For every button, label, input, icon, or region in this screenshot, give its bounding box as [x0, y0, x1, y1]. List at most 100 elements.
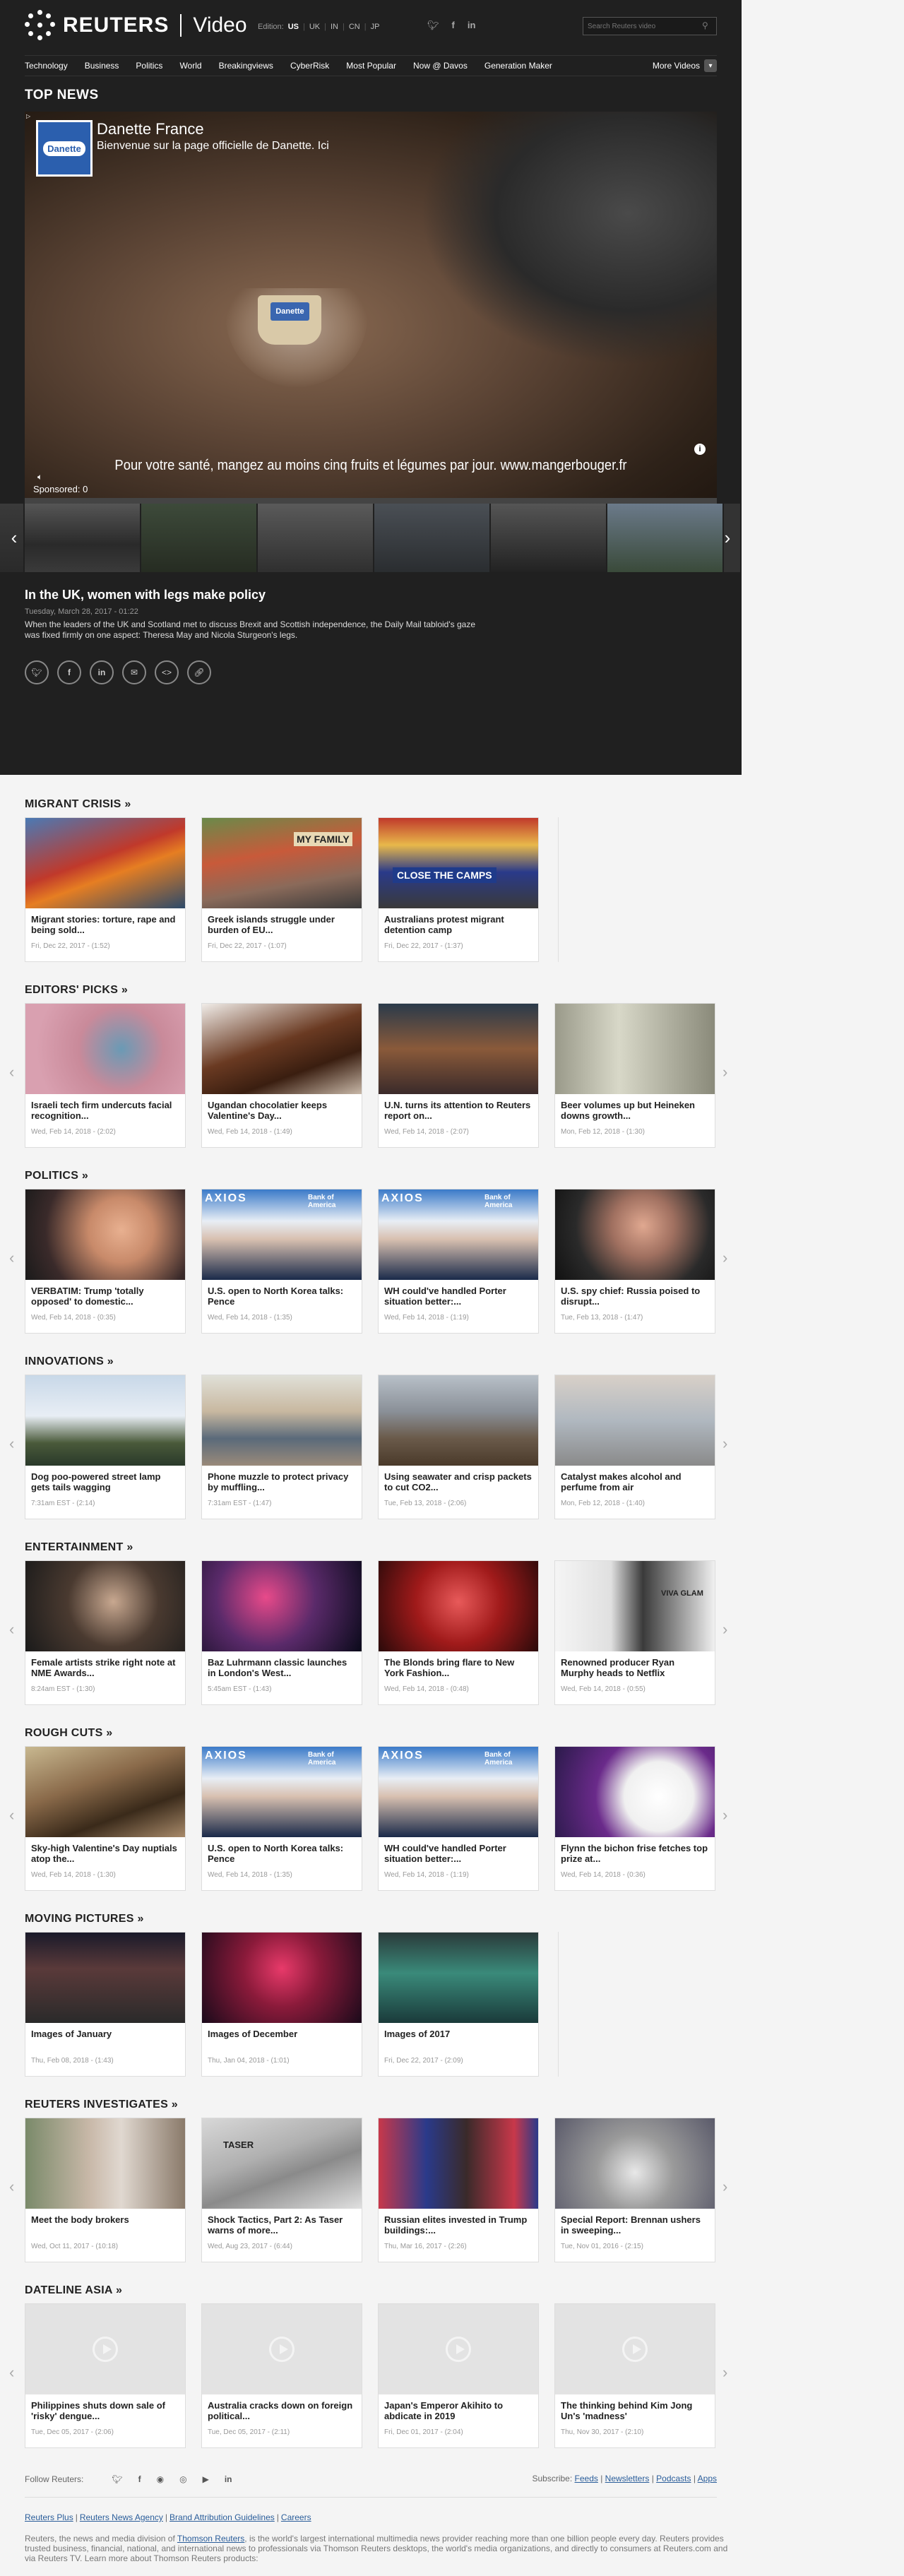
video-card[interactable]: Israeli tech firm undercuts facial recog…: [25, 1003, 186, 1148]
section-title[interactable]: EDITORS' PICKS »: [25, 984, 731, 997]
video-card[interactable]: Female artists strike right note at NME …: [25, 1560, 186, 1705]
video-thumbnail[interactable]: [25, 504, 141, 572]
chevron-left-icon[interactable]: ‹: [6, 525, 23, 550]
youtube-icon[interactable]: ▶: [203, 2474, 209, 2484]
chevron-left-icon[interactable]: ‹: [9, 1063, 14, 1081]
search-icon[interactable]: ⚲: [702, 20, 712, 30]
video-card[interactable]: VIVA GLAM Renowned producer Ryan Murphy …: [554, 1560, 715, 1705]
video-card[interactable]: TASER Shock Tactics, Part 2: As Taser wa…: [201, 2118, 362, 2262]
email-share-icon[interactable]: ✉: [122, 660, 146, 684]
nav-item-business[interactable]: Business: [85, 61, 119, 71]
video-card[interactable]: Phone muzzle to protect privacy by muffl…: [201, 1375, 362, 1519]
card-title[interactable]: WH could've handled Porter situation bet…: [379, 1837, 538, 1867]
video-card[interactable]: U.N. turns its attention to Reuters repo…: [378, 1003, 539, 1148]
card-title[interactable]: Japan's Emperor Akihito to abdicate in 2…: [379, 2394, 538, 2424]
nav-item-world[interactable]: World: [179, 61, 201, 71]
section-title[interactable]: MIGRANT CRISIS »: [25, 798, 731, 811]
card-title[interactable]: Shock Tactics, Part 2: As Taser warns of…: [202, 2209, 362, 2238]
card-title[interactable]: WH could've handled Porter situation bet…: [379, 1280, 538, 1310]
nav-item-technology[interactable]: Technology: [25, 61, 68, 71]
linkedin-icon[interactable]: in: [468, 20, 476, 31]
video-card[interactable]: Australia cracks down on foreign politic…: [201, 2303, 362, 2448]
section-title[interactable]: MOVING PICTURES »: [25, 1913, 731, 1925]
chevron-left-icon[interactable]: ‹: [9, 1249, 14, 1267]
video-card[interactable]: Ugandan chocolatier keeps Valentine's Da…: [201, 1003, 362, 1148]
feeds-link[interactable]: Feeds: [575, 2474, 598, 2483]
video-headline[interactable]: In the UK, women with legs make policy: [25, 588, 266, 603]
card-title[interactable]: Special Report: Brennan ushers in sweepi…: [555, 2209, 715, 2238]
video-progress-bar[interactable]: [25, 498, 717, 504]
instagram-icon[interactable]: ◎: [179, 2474, 186, 2484]
nav-item-generation-maker[interactable]: Generation Maker: [484, 61, 552, 71]
nav-item-most-popular[interactable]: Most Popular: [346, 61, 396, 71]
chevron-left-icon[interactable]: ‹: [9, 1806, 14, 1824]
edition-cn[interactable]: CN: [349, 23, 360, 31]
card-title[interactable]: Flynn the bichon frise fetches top prize…: [555, 1837, 715, 1867]
section-title[interactable]: ENTERTAINMENT »: [25, 1541, 731, 1554]
thomson-reuters-link[interactable]: Thomson Reuters: [177, 2534, 244, 2544]
card-title[interactable]: Greek islands struggle under burden of E…: [202, 908, 362, 938]
card-title[interactable]: U.N. turns its attention to Reuters repo…: [379, 1094, 538, 1124]
video-card[interactable]: Special Report: Brennan ushers in sweepi…: [554, 2118, 715, 2262]
card-title[interactable]: Catalyst makes alcohol and perfume from …: [555, 1466, 715, 1495]
edition-jp[interactable]: JP: [371, 23, 380, 31]
linkedin-icon[interactable]: in: [225, 2474, 232, 2484]
link-icon[interactable]: 🔗︎: [187, 660, 211, 684]
chevron-right-icon[interactable]: ›: [719, 525, 736, 550]
reuters-plus-link[interactable]: Reuters Plus: [25, 2512, 73, 2522]
card-title[interactable]: Israeli tech firm undercuts facial recog…: [25, 1094, 185, 1124]
section-title[interactable]: REUTERS INVESTIGATES »: [25, 2099, 731, 2111]
video-card[interactable]: The thinking behind Kim Jong Un's 'madne…: [554, 2303, 715, 2448]
chevron-left-icon[interactable]: ‹: [9, 1620, 14, 1639]
video-thumbnail[interactable]: [374, 504, 491, 572]
card-title[interactable]: The thinking behind Kim Jong Un's 'madne…: [555, 2394, 715, 2424]
careers-link[interactable]: Careers: [281, 2512, 311, 2522]
video-card[interactable]: Using seawater and crisp packets to cut …: [378, 1375, 539, 1519]
info-icon[interactable]: i: [694, 444, 706, 455]
card-title[interactable]: Beer volumes up but Heineken downs growt…: [555, 1094, 715, 1124]
video-thumbnail[interactable]: [607, 504, 724, 572]
chevron-right-icon[interactable]: ›: [722, 2363, 727, 2382]
video-card[interactable]: MY FAMILY Greek islands struggle under b…: [201, 817, 362, 962]
nav-item-breakingviews[interactable]: Breakingviews: [219, 61, 273, 71]
card-title[interactable]: Renowned producer Ryan Murphy heads to N…: [555, 1651, 715, 1681]
video-card[interactable]: Baz Luhrmann classic launches in London'…: [201, 1560, 362, 1705]
video-card[interactable]: Images of 2017 Fri, Dec 22, 2017 - (2:09…: [378, 1932, 539, 2077]
card-title[interactable]: Images of 2017: [379, 2023, 538, 2053]
card-title[interactable]: Images of December: [202, 2023, 362, 2053]
video-card[interactable]: Sky-high Valentine's Day nuptials atop t…: [25, 1746, 186, 1891]
video-card[interactable]: AXIOS Bank of America WH could've handle…: [378, 1189, 539, 1334]
video-thumbnail[interactable]: [491, 504, 607, 572]
facebook-icon[interactable]: f: [452, 20, 455, 31]
card-title[interactable]: U.S. open to North Korea talks: Pence: [202, 1837, 362, 1867]
card-title[interactable]: Images of January: [25, 2023, 185, 2053]
ad-title[interactable]: Danette France: [97, 120, 204, 138]
video-card[interactable]: Beer volumes up but Heineken downs growt…: [554, 1003, 715, 1148]
news-agency-link[interactable]: Reuters News Agency: [80, 2512, 163, 2522]
card-title[interactable]: U.S. open to North Korea talks: Pence: [202, 1280, 362, 1310]
reuters-logo[interactable]: REUTERS Video: [25, 10, 247, 41]
card-title[interactable]: Sky-high Valentine's Day nuptials atop t…: [25, 1837, 185, 1867]
video-card[interactable]: Images of January Thu, Feb 08, 2018 - (1…: [25, 1932, 186, 2077]
video-thumbnail[interactable]: [141, 504, 258, 572]
card-title[interactable]: Philippines shuts down sale of 'risky' d…: [25, 2394, 185, 2424]
chevron-left-icon[interactable]: ‹: [9, 2363, 14, 2382]
card-title[interactable]: VERBATIM: Trump 'totally opposed' to dom…: [25, 1280, 185, 1310]
chevron-right-icon[interactable]: ›: [722, 1806, 727, 1824]
video-player[interactable]: Danette ▷ Danette Danette France Bienven…: [25, 112, 717, 504]
rss-icon[interactable]: ◉: [157, 2474, 164, 2484]
video-card[interactable]: Meet the body brokers Wed, Oct 11, 2017 …: [25, 2118, 186, 2262]
podcasts-link[interactable]: Podcasts: [656, 2474, 691, 2483]
card-title[interactable]: Using seawater and crisp packets to cut …: [379, 1466, 538, 1495]
video-thumbnail[interactable]: [258, 504, 374, 572]
video-card[interactable]: CLOSE THE CAMPS Australians protest migr…: [378, 817, 539, 962]
search-input[interactable]: [583, 18, 696, 35]
chevron-left-icon[interactable]: ‹: [9, 1435, 14, 1453]
video-card[interactable]: Dog poo-powered street lamp gets tails w…: [25, 1375, 186, 1519]
card-title[interactable]: Meet the body brokers: [25, 2209, 185, 2238]
video-card[interactable]: Philippines shuts down sale of 'risky' d…: [25, 2303, 186, 2448]
twitter-icon[interactable]: 🐦︎: [112, 2474, 122, 2484]
chevron-right-icon[interactable]: ›: [722, 1620, 727, 1639]
edition-uk[interactable]: UK: [309, 23, 320, 31]
card-title[interactable]: Baz Luhrmann classic launches in London'…: [202, 1651, 362, 1681]
